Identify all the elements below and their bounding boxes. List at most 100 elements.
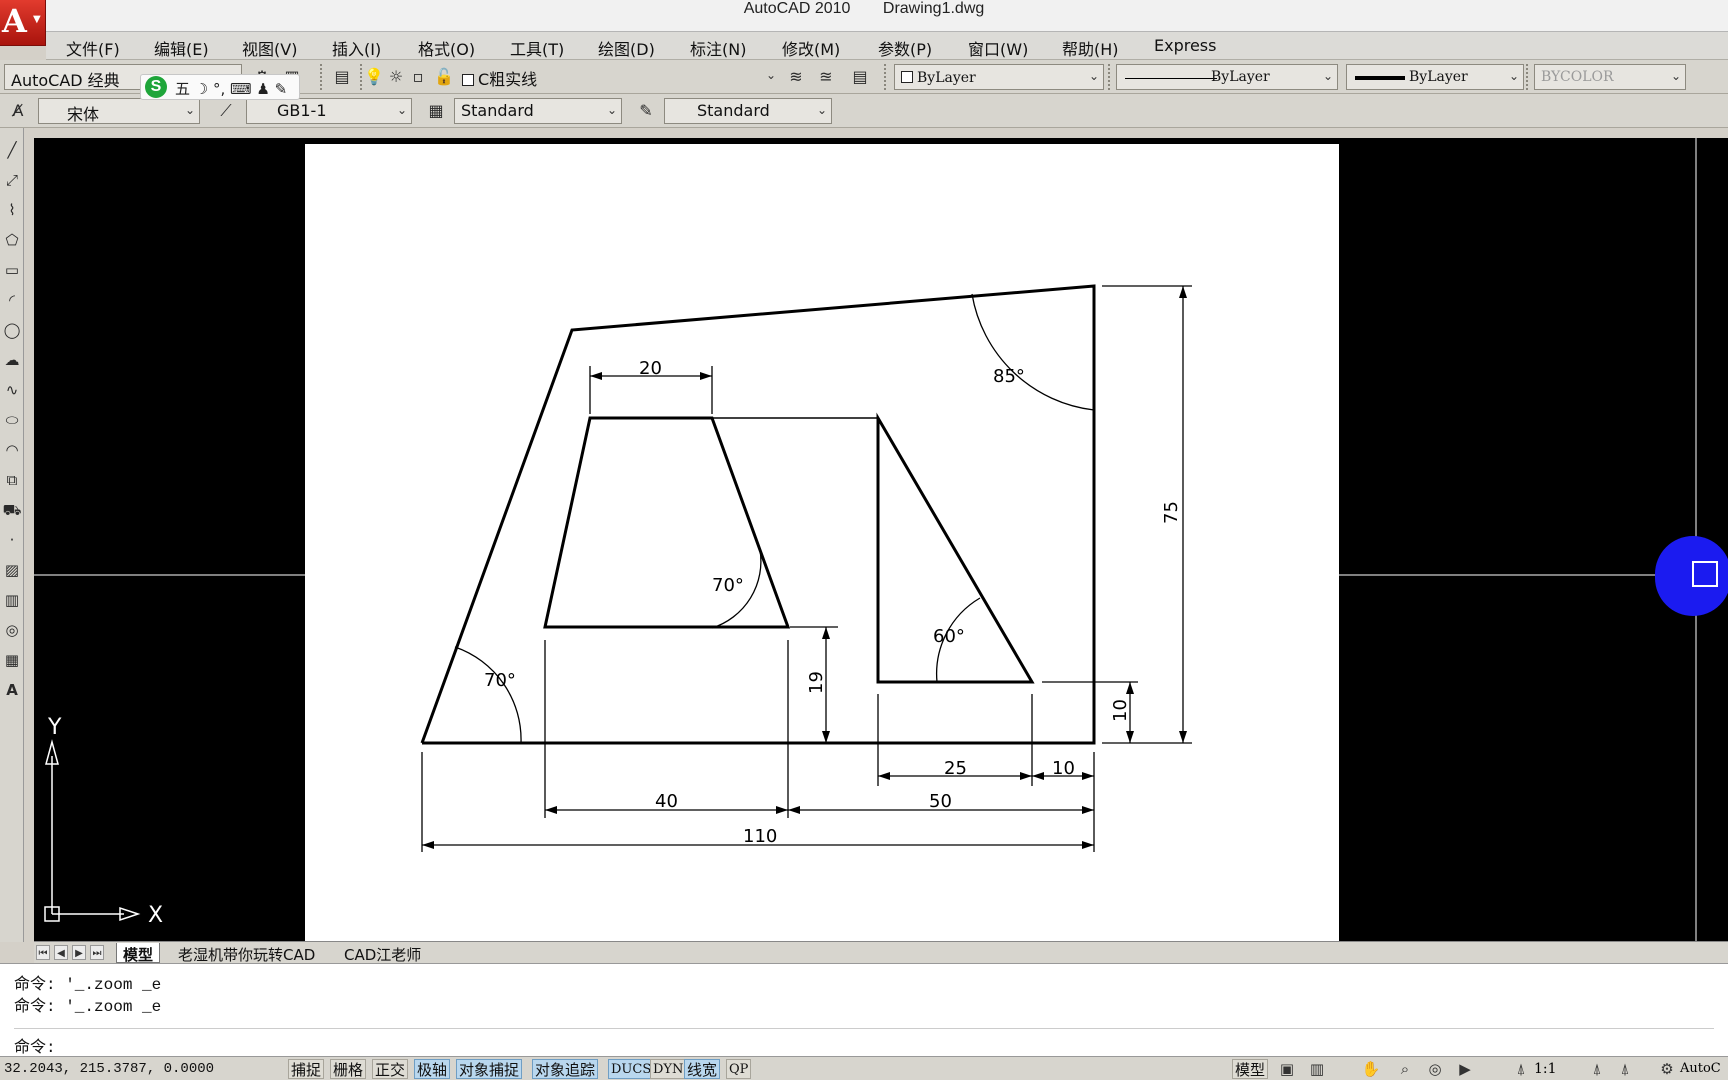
qp-toggle[interactable]: QP <box>726 1059 752 1079</box>
osnap-toggle[interactable]: 对象捕捉 <box>456 1059 523 1079</box>
gradient-icon[interactable]: ▥ <box>2 588 22 612</box>
point-icon[interactable]: · <box>2 528 22 552</box>
menu-format[interactable]: 格式(O) <box>414 35 479 61</box>
menu-insert[interactable]: 插入(I) <box>328 35 385 61</box>
menu-help[interactable]: 帮助(H) <box>1058 35 1123 61</box>
dim-width-10: 10 <box>1052 758 1075 779</box>
model-space-canvas[interactable]: 20 85° 75 70° 60° 19 10 70° 25 10 40 50 … <box>34 138 1728 941</box>
color-dropdown[interactable]: ByLayer ⌄ <box>894 64 1104 90</box>
menu-express[interactable]: Express <box>1150 35 1220 56</box>
menu-dimension[interactable]: 标注(N) <box>686 35 750 61</box>
menu-modify[interactable]: 修改(M) <box>778 35 844 61</box>
annotation-autoscale-icon[interactable]: ⍋ <box>1614 1059 1636 1079</box>
annotation-scale-icon[interactable]: ⍋ <box>1510 1059 1532 1079</box>
application-menu-button[interactable]: A ▼ <box>0 0 46 46</box>
text-style-icon[interactable]: A̸ <box>6 98 30 122</box>
rectangle-icon[interactable]: ▭ <box>2 258 22 282</box>
pan-icon[interactable]: ✋ <box>1360 1059 1382 1079</box>
dimension-style-icon[interactable]: ⟋ <box>214 98 238 122</box>
plotstyle-dropdown[interactable]: BYCOLOR ⌄ <box>1534 64 1686 90</box>
ellipse-icon[interactable]: ⬭ <box>2 408 22 432</box>
dim-height-75: 75 <box>1161 501 1182 524</box>
otrack-toggle[interactable]: 对象追踪 <box>532 1059 599 1079</box>
lock-icon[interactable]: 🔓 <box>432 64 456 88</box>
arc-icon[interactable]: ◜ <box>2 288 22 312</box>
lineweight-toggle[interactable]: 线宽 <box>684 1059 721 1079</box>
chevron-down-icon: ▼ <box>33 14 41 25</box>
freeze-viewport-icon[interactable]: ▫ <box>406 64 430 88</box>
multiline-text-icon[interactable]: A <box>2 678 22 702</box>
lightbulb-icon[interactable]: 💡 <box>362 64 386 88</box>
first-tab-icon[interactable]: ⏮ <box>36 945 50 960</box>
annotation-visibility-icon[interactable]: ⍋ <box>1586 1059 1608 1079</box>
toolbar-grip[interactable] <box>320 64 325 90</box>
tab-layout-2[interactable]: CAD江老师 <box>338 943 427 964</box>
previous-tab-icon[interactable]: ◀ <box>54 945 68 960</box>
command-input[interactable]: 命令: <box>14 1028 1714 1057</box>
menu-draw[interactable]: 绘图(D) <box>594 35 659 61</box>
region-icon[interactable]: ◎ <box>2 618 22 642</box>
next-tab-icon[interactable]: ▶ <box>72 945 86 960</box>
dyn-toggle[interactable]: DYN <box>650 1059 687 1079</box>
ducs-toggle[interactable]: DUCS <box>608 1059 655 1079</box>
layout-tabs-icon[interactable]: ▥ <box>1306 1059 1328 1079</box>
annotation-scale-value[interactable]: 1:1 <box>1534 1061 1557 1077</box>
workspace-status-label[interactable]: AutoC <box>1680 1061 1721 1076</box>
snap-toggle[interactable]: 捕捉 <box>288 1059 325 1079</box>
toolbar-grip[interactable] <box>1526 64 1531 90</box>
toolbar-grip[interactable] <box>1108 64 1113 90</box>
ortho-toggle[interactable]: 正交 <box>372 1059 409 1079</box>
table-style-icon[interactable]: ▦ <box>424 98 448 122</box>
layer-properties-icon[interactable]: ▤ <box>330 64 354 88</box>
circle-icon[interactable]: ◯ <box>2 318 22 342</box>
make-block-icon[interactable]: ⛟ <box>2 498 22 522</box>
grid-toggle[interactable]: 栅格 <box>330 1059 367 1079</box>
sun-icon[interactable]: ☼ <box>384 64 408 88</box>
line-icon[interactable]: ╱ <box>2 138 22 162</box>
tab-model[interactable]: 模型 <box>116 943 161 964</box>
menu-edit[interactable]: 编辑(E) <box>150 35 213 61</box>
layer-dropdown[interactable]: C粗实线 ⌄ <box>456 64 780 90</box>
lineweight-dropdown[interactable]: ByLayer ⌄ <box>1346 64 1524 90</box>
linetype-dropdown[interactable]: ByLayer ⌄ <box>1116 64 1338 90</box>
menu-window[interactable]: 窗口(W) <box>964 35 1032 61</box>
insert-block-icon[interactable]: ⧉ <box>2 468 22 492</box>
menu-view[interactable]: 视图(V) <box>238 35 301 61</box>
layer-color-swatch <box>462 74 474 86</box>
table-style-dropdown[interactable]: Standard ⌄ <box>454 98 622 124</box>
table-icon[interactable]: ▦ <box>2 648 22 672</box>
dimension-style-dropdown[interactable]: GB1-1 ⌄ <box>246 98 412 124</box>
command-history-line: 命令: '_.zoom _e <box>14 976 162 994</box>
hatch-icon[interactable]: ▨ <box>2 558 22 582</box>
ime-toolbar[interactable]: S 五 ☽ °, ⌨ ♟ ✎ <box>140 74 300 100</box>
workspace-switch-icon[interactable]: ⚙ <box>1656 1059 1678 1079</box>
toolbar-grip[interactable] <box>884 64 889 90</box>
text-style-dropdown[interactable]: 宋体 ⌄ <box>38 98 200 124</box>
polygon-icon[interactable]: ⬠ <box>2 228 22 252</box>
multileader-style-icon[interactable]: ✎ <box>634 98 658 122</box>
polyline-icon[interactable]: ⌇ <box>2 198 22 222</box>
polar-toggle[interactable]: 极轴 <box>414 1059 451 1079</box>
coordinate-readout[interactable]: 32.2043, 215.3787, 0.0000 <box>4 1061 214 1077</box>
construction-line-icon[interactable]: ⤢ <box>2 168 22 192</box>
last-tab-icon[interactable]: ⏭ <box>90 945 104 960</box>
showmotion-icon[interactable]: ▶ <box>1454 1059 1476 1079</box>
sogou-logo-icon: S <box>145 76 167 98</box>
ellipse-arc-icon[interactable]: ◠ <box>2 438 22 462</box>
layer-previous-icon[interactable]: ≊ <box>814 64 838 88</box>
revision-cloud-icon[interactable]: ☁ <box>2 348 22 372</box>
layer-states-icon[interactable]: ▤ <box>848 64 872 88</box>
multileader-style-dropdown[interactable]: Standard ⌄ <box>664 98 832 124</box>
command-history-line: 命令: '_.zoom _e <box>14 998 162 1016</box>
model-space-button[interactable]: 模型 <box>1232 1059 1269 1079</box>
tab-layout-1[interactable]: 老湿机带你玩转CAD <box>172 943 321 964</box>
autocad-logo-icon: A <box>2 2 27 40</box>
menu-tools[interactable]: 工具(T) <box>506 35 568 61</box>
zoom-icon[interactable]: ⌕ <box>1394 1059 1416 1079</box>
menu-file[interactable]: 文件(F) <box>62 35 124 61</box>
steeringwheel-icon[interactable]: ◎ <box>1424 1059 1446 1079</box>
spline-icon[interactable]: ∿ <box>2 378 22 402</box>
make-current-layer-icon[interactable]: ≋ <box>784 64 808 88</box>
menu-parametric[interactable]: 参数(P) <box>874 35 936 61</box>
layout-icon[interactable]: ▣ <box>1276 1059 1298 1079</box>
